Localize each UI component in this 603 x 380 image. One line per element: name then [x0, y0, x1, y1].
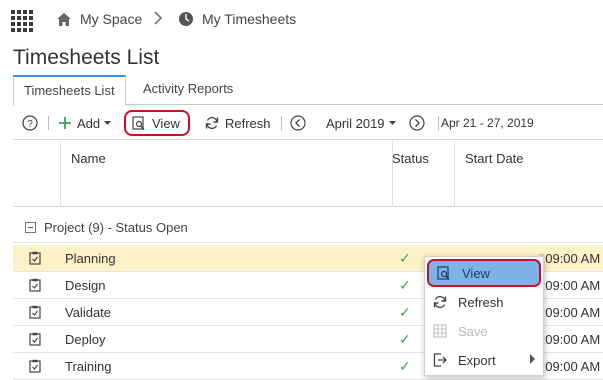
- column-header-name[interactable]: Name: [71, 151, 106, 166]
- row-start-date: 209:00 AM: [538, 278, 601, 293]
- context-menu-item-save: Save: [425, 317, 543, 345]
- tab-activity-reports[interactable]: Activity Reports: [133, 75, 243, 105]
- clipboard-check-icon: [29, 305, 41, 322]
- breadcrumb-home[interactable]: My Space: [56, 11, 142, 27]
- context-menu-item-label: Save: [458, 323, 488, 339]
- column-divider: [454, 141, 455, 207]
- toolbar-divider: [48, 116, 49, 130]
- next-week-button[interactable]: [409, 111, 425, 135]
- date-range-label: Apr 21 - 27, 2019: [441, 116, 534, 130]
- add-button-label: Add: [77, 115, 101, 131]
- refresh-icon: [432, 295, 448, 309]
- view-icon: [436, 265, 452, 281]
- breadcrumb-current-label: My Timesheets: [202, 11, 297, 27]
- clipboard-check-icon: [29, 278, 41, 295]
- month-selector-label: April 2019: [326, 115, 385, 131]
- caret-down-icon: [388, 120, 396, 126]
- status-check-icon: ✓: [399, 358, 411, 374]
- context-menu-item-label: Refresh: [458, 294, 504, 310]
- save-icon: [432, 324, 448, 338]
- caret-down-icon: [104, 120, 112, 126]
- timesheet-clock-icon: [178, 11, 194, 27]
- chevron-left-circle-icon: [290, 115, 306, 131]
- home-icon: [56, 12, 72, 27]
- row-name: Design: [65, 278, 106, 293]
- refresh-button-label: Refresh: [225, 115, 271, 131]
- row-name: Deploy: [65, 332, 106, 347]
- context-menu-item-label: View: [462, 265, 490, 281]
- breadcrumb-current[interactable]: My Timesheets: [178, 11, 296, 27]
- row-name: Training: [65, 359, 112, 374]
- add-button[interactable]: Add: [58, 111, 112, 135]
- clipboard-check-icon: [29, 332, 41, 349]
- view-button-label: View: [152, 115, 180, 131]
- submenu-arrow-icon: [530, 354, 535, 364]
- status-check-icon: ✓: [399, 304, 411, 320]
- row-start-date: 209:00 AM: [538, 305, 601, 320]
- help-icon[interactable]: ?: [22, 111, 38, 135]
- toolbar-divider: [438, 116, 439, 130]
- toolbar-divider: [281, 116, 282, 130]
- clipboard-check-icon: [29, 251, 41, 268]
- status-check-icon: ✓: [399, 331, 411, 347]
- top-bar: My Space My Timesheets: [0, 0, 603, 40]
- page-title: Timesheets List: [13, 46, 160, 69]
- context-menu-item-view[interactable]: View: [427, 259, 541, 287]
- breadcrumb-home-label: My Space: [80, 11, 143, 27]
- context-menu-item-label: Export: [458, 352, 496, 368]
- previous-week-button[interactable]: [290, 111, 306, 135]
- column-divider: [60, 141, 61, 207]
- tab-timesheets-list[interactable]: Timesheets List: [13, 75, 126, 106]
- month-selector[interactable]: April 2019: [326, 111, 396, 135]
- column-header-start-date[interactable]: Start Date: [465, 151, 524, 166]
- row-name: Validate: [65, 305, 112, 320]
- context-menu-item-export[interactable]: Export: [425, 346, 543, 374]
- view-button[interactable]: View: [124, 110, 190, 136]
- group-header-label: Project (9) - Status Open: [44, 219, 188, 235]
- svg-text:?: ?: [27, 119, 33, 130]
- chevron-right-circle-icon: [409, 115, 425, 131]
- column-header-status[interactable]: Status: [392, 151, 429, 166]
- row-start-date: 209:00 AM: [538, 359, 601, 374]
- row-name: Planning: [65, 251, 116, 266]
- row-start-date: 209:00 AM: [538, 251, 601, 266]
- group-header-row[interactable]: Project (9) - Status Open: [13, 212, 603, 243]
- context-menu-item-refresh[interactable]: Refresh: [425, 288, 543, 316]
- tab-bar: Timesheets List Activity Reports: [13, 75, 603, 106]
- refresh-icon: [205, 116, 219, 130]
- status-check-icon: ✓: [399, 277, 411, 293]
- view-icon: [132, 115, 146, 131]
- toolbar: ? Add View Refresh April 2019 Apr 21 - 2…: [13, 106, 603, 140]
- clipboard-check-icon: [29, 359, 41, 376]
- export-icon: [432, 353, 448, 367]
- row-start-date: 209:00 AM: [538, 332, 601, 347]
- collapse-icon[interactable]: [25, 221, 36, 233]
- app-launcher-icon[interactable]: [11, 10, 33, 32]
- chevron-right-icon: [153, 11, 163, 28]
- status-check-icon: ✓: [399, 250, 411, 266]
- plus-icon: [58, 116, 72, 130]
- context-menu: View Refresh Save Export: [424, 256, 544, 376]
- refresh-button[interactable]: Refresh: [205, 111, 271, 135]
